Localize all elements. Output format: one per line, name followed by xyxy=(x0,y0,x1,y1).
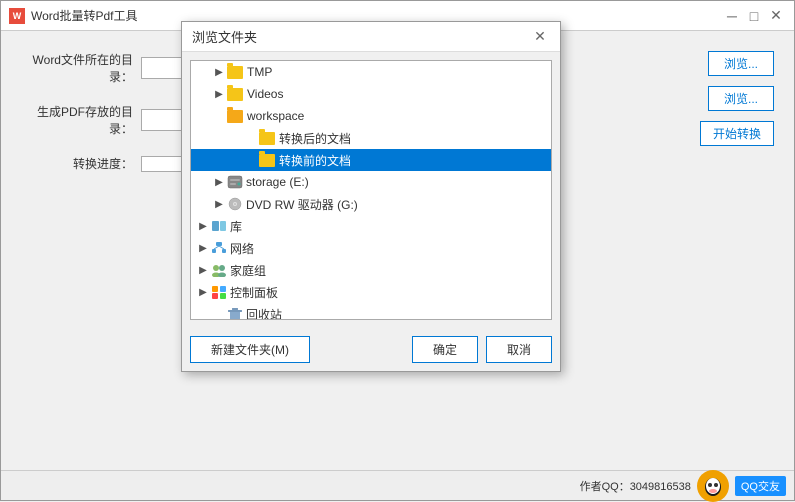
new-folder-button[interactable]: 新建文件夹(M) xyxy=(190,336,310,363)
qq-avatar xyxy=(697,470,729,502)
progress-label: 转换进度： xyxy=(21,155,141,172)
tree-label-network: 网络 xyxy=(230,240,254,257)
folder-icon-original xyxy=(259,154,275,167)
tree-label-library: 库 xyxy=(230,218,242,235)
tree-item-library[interactable]: ▶ 库 xyxy=(191,215,551,237)
tree-label-recycle: 回收站 xyxy=(246,306,282,321)
browse-pdf-button[interactable]: 浏览... xyxy=(708,86,774,111)
browse-folder-dialog: 浏览文件夹 ✕ ▶ TMP ▶ xyxy=(181,21,561,372)
tree-item-homegroup[interactable]: ▶ 家庭组 xyxy=(191,259,551,281)
tree-item-network[interactable]: ▶ 网络 xyxy=(191,237,551,259)
qq-badge[interactable]: QQ交友 xyxy=(735,476,786,496)
dialog-close-button[interactable]: ✕ xyxy=(530,27,550,47)
tree-item-converted[interactable]: 转换后的文档 xyxy=(191,127,551,149)
expander-tmp: ▶ xyxy=(211,67,227,78)
taskbar: 作者QQ：3049816538 QQ交友 xyxy=(1,470,794,500)
tree-item-workspace[interactable]: workspace xyxy=(191,105,551,127)
hdd-icon-storage xyxy=(227,175,243,189)
dialog-title: 浏览文件夹 xyxy=(192,27,257,46)
tree-label-homegroup: 家庭组 xyxy=(230,262,266,279)
qq-logo-icon xyxy=(699,472,727,500)
confirm-button[interactable]: 确定 xyxy=(412,336,478,363)
app-title: Word批量转Pdf工具 xyxy=(31,7,137,24)
tree-label-converted: 转换后的文档 xyxy=(279,130,351,147)
app-icon: W xyxy=(9,8,25,24)
dialog-body: ▶ TMP ▶ Videos xyxy=(182,52,560,328)
controlpanel-icon xyxy=(211,285,227,299)
folder-icon-converted xyxy=(259,132,275,145)
expander-library: ▶ xyxy=(195,221,211,232)
tree-label-controlpanel: 控制面板 xyxy=(230,284,278,301)
folder-icon-tmp xyxy=(227,66,243,79)
folder-tree[interactable]: ▶ TMP ▶ Videos xyxy=(190,60,552,320)
tree-item-controlpanel[interactable]: ▶ 控制面板 xyxy=(191,281,551,303)
expander-network: ▶ xyxy=(195,243,211,254)
tree-item-dvd[interactable]: ▶ DVD RW 驱动器 (G:) xyxy=(191,193,551,215)
tree-label-original: 转换前的文档 xyxy=(279,152,351,169)
recycle-icon xyxy=(227,307,243,320)
network-icon xyxy=(211,241,227,255)
cancel-button[interactable]: 取消 xyxy=(486,336,552,363)
browse-word-button[interactable]: 浏览... xyxy=(708,51,774,76)
dialog-footer: 新建文件夹(M) 确定 取消 xyxy=(182,328,560,371)
library-icon xyxy=(211,219,227,233)
tree-item-original[interactable]: 转换前的文档 xyxy=(191,149,551,171)
right-buttons: 浏览... 浏览... 开始转换 xyxy=(700,51,774,146)
folder-icon-videos xyxy=(227,88,243,101)
author-text: 作者QQ：3049816538 xyxy=(580,478,691,494)
word-dir-label: Word文件所在的目录： xyxy=(21,51,141,85)
tree-label-videos: Videos xyxy=(247,87,283,101)
close-button[interactable]: ✕ xyxy=(766,6,786,26)
folder-icon-workspace xyxy=(227,110,243,123)
expander-controlpanel: ▶ xyxy=(195,287,211,298)
dialog-titlebar: 浏览文件夹 ✕ xyxy=(182,22,560,52)
expander-videos: ▶ xyxy=(211,89,227,100)
titlebar-left: W Word批量转Pdf工具 xyxy=(9,7,137,24)
maximize-button[interactable]: □ xyxy=(744,6,764,26)
expander-dvd: ▶ xyxy=(211,199,227,210)
tree-label-storage: storage (E:) xyxy=(246,175,309,189)
main-window: W Word批量转Pdf工具 ─ □ ✕ Word文件所在的目录： 生成PDF存… xyxy=(0,0,795,501)
tree-label-workspace: workspace xyxy=(247,109,304,123)
minimize-button[interactable]: ─ xyxy=(722,6,742,26)
tree-item-storage[interactable]: ▶ storage (E:) xyxy=(191,171,551,193)
expander-storage: ▶ xyxy=(211,177,227,188)
pdf-dir-label: 生成PDF存放的目录： xyxy=(21,103,141,137)
start-convert-button[interactable]: 开始转换 xyxy=(700,121,774,146)
tree-item-recycle[interactable]: 回收站 xyxy=(191,303,551,320)
dvd-icon xyxy=(227,197,243,211)
expander-homegroup: ▶ xyxy=(195,265,211,276)
homegroup-icon xyxy=(211,263,227,277)
tree-item-tmp[interactable]: ▶ TMP xyxy=(191,61,551,83)
tree-label-tmp: TMP xyxy=(247,65,272,79)
tree-item-videos[interactable]: ▶ Videos xyxy=(191,83,551,105)
tree-label-dvd: DVD RW 驱动器 (G:) xyxy=(246,196,358,213)
